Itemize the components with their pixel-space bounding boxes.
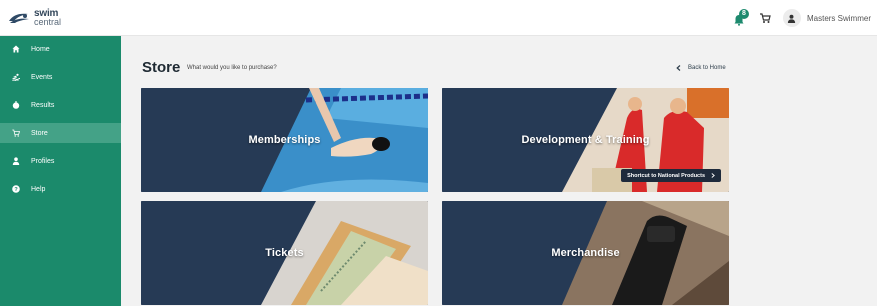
back-link-label: Back to Home — [688, 65, 726, 71]
shortcut-label: Shortcut to National Products — [627, 172, 705, 179]
shortcut-national-products-button[interactable]: Shortcut to National Products — [621, 169, 721, 182]
stopwatch-icon — [12, 101, 20, 109]
sidebar-item-profiles[interactable]: Profiles — [0, 151, 121, 171]
sidebar-item-results[interactable]: Results — [0, 95, 121, 115]
card-label: Merchandise — [551, 247, 620, 259]
home-icon — [12, 45, 20, 53]
sidebar-item-events[interactable]: Events — [0, 67, 121, 87]
chevron-left-icon — [676, 65, 681, 71]
top-bar: swim central 8 Masters Swimmer — [0, 0, 877, 36]
swim-central-logo[interactable]: swim central — [8, 6, 61, 30]
cart-icon[interactable] — [759, 12, 771, 24]
store-card-tickets[interactable]: Tickets — [141, 201, 428, 305]
person-icon — [788, 14, 796, 23]
cart-icon — [12, 129, 20, 137]
store-card-memberships[interactable]: Memberships — [141, 88, 428, 192]
sidebar-item-home[interactable]: Home — [0, 39, 121, 59]
help-icon: ? — [12, 185, 20, 193]
sidebar-item-label: Store — [31, 129, 48, 137]
sidebar-item-label: Events — [31, 73, 53, 81]
store-card-development-training[interactable]: Development & Training Shortcut to Natio… — [442, 88, 729, 192]
sidebar-item-label: Results — [31, 101, 55, 109]
sidebar-item-label: Home — [31, 45, 50, 53]
card-label: Memberships — [248, 134, 321, 146]
swimmer-icon — [12, 73, 20, 81]
notification-button[interactable]: 8 — [733, 9, 749, 26]
page-title: Store — [142, 59, 181, 76]
user-avatar[interactable] — [782, 9, 801, 27]
store-card-merchandise[interactable]: Merchandise — [442, 201, 729, 305]
sidebar-item-store[interactable]: Store — [0, 123, 121, 143]
page-subtitle: What would you like to purchase? — [187, 65, 277, 71]
notification-count-badge: 8 — [738, 9, 749, 19]
swimmer-logo-icon — [9, 13, 29, 23]
sidebar-item-label: Profiles — [31, 157, 55, 165]
card-label: Tickets — [265, 247, 304, 259]
person-icon — [12, 157, 20, 165]
user-name[interactable]: Masters Swimmer — [807, 14, 871, 23]
sidebar-item-help[interactable]: ? Help — [0, 179, 121, 199]
sidebar: Home Events Results Store Profiles ? Hel… — [0, 36, 121, 306]
sidebar-item-label: Help — [31, 185, 46, 193]
back-to-home-link[interactable]: Back to Home — [676, 65, 726, 71]
logo-line-2: central — [34, 17, 62, 27]
chevron-right-icon — [711, 173, 715, 178]
